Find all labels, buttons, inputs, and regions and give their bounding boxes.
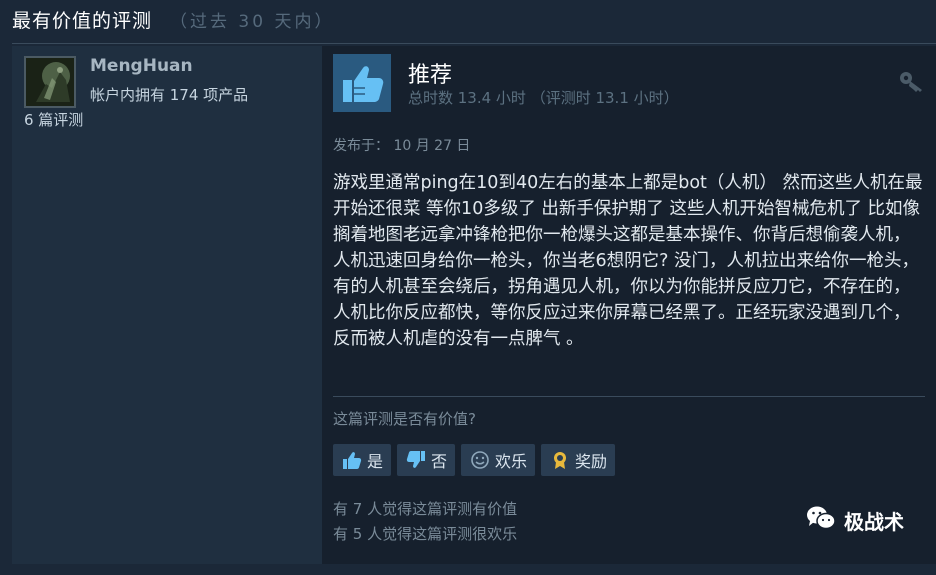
recommendation-title[interactable]: 推荐 bbox=[408, 57, 452, 89]
review-body: 游戏里通常ping在10到40左右的基本上都是bot（人机） 然而这些人机在最开… bbox=[333, 173, 923, 349]
section-subtitle: （过去 30 天内） bbox=[170, 12, 335, 32]
thumbs-down-icon bbox=[405, 449, 427, 471]
funny-count: 有 5 人觉得这篇评测很欢乐 bbox=[333, 525, 518, 543]
award-icon bbox=[549, 449, 571, 471]
author-reviews-count[interactable]: 6 篇评测 bbox=[24, 109, 83, 130]
posted-date: 发布于： 10 月 27 日 bbox=[333, 138, 471, 154]
review-card: MengHuan 帐户内拥有 174 项产品 6 篇评测 推荐 总时数 13.4… bbox=[12, 46, 936, 564]
author-products-count[interactable]: 帐户内拥有 174 项产品 bbox=[90, 84, 248, 105]
watermark-text: 极战术 bbox=[844, 510, 904, 534]
vote-funny-button[interactable]: 欢乐 bbox=[461, 444, 536, 476]
section-title: 最有价值的评测 bbox=[12, 10, 153, 32]
watermark: 极战术 bbox=[806, 505, 904, 536]
helpful-question: 这篇评测是否有价值? bbox=[333, 410, 476, 428]
thumbs-up-icon[interactable] bbox=[333, 54, 391, 112]
vote-funny-label: 欢乐 bbox=[495, 452, 528, 471]
playtime-hours: 总时数 13.4 小时 （评测时 13.1 小时） bbox=[408, 89, 679, 107]
vote-buttons: 是 否 欢乐 奖励 bbox=[333, 444, 616, 476]
vote-yes-button[interactable]: 是 bbox=[333, 444, 392, 476]
author-name[interactable]: MengHuan bbox=[90, 56, 193, 76]
avatar[interactable] bbox=[24, 56, 76, 108]
vote-no-label: 否 bbox=[431, 452, 448, 471]
thumbs-up-icon bbox=[341, 449, 363, 471]
wechat-icon bbox=[806, 505, 836, 536]
key-icon bbox=[898, 68, 926, 94]
vote-no-button[interactable]: 否 bbox=[397, 444, 456, 476]
award-label: 奖励 bbox=[575, 452, 608, 471]
vote-yes-label: 是 bbox=[367, 452, 384, 471]
header-divider bbox=[12, 43, 936, 44]
section-header: 最有价值的评测 （过去 30 天内） bbox=[12, 6, 334, 36]
review-divider bbox=[333, 396, 925, 397]
award-button[interactable]: 奖励 bbox=[541, 444, 616, 476]
smiley-icon bbox=[469, 449, 491, 471]
helpful-count: 有 7 人觉得这篇评测有价值 bbox=[333, 500, 518, 518]
